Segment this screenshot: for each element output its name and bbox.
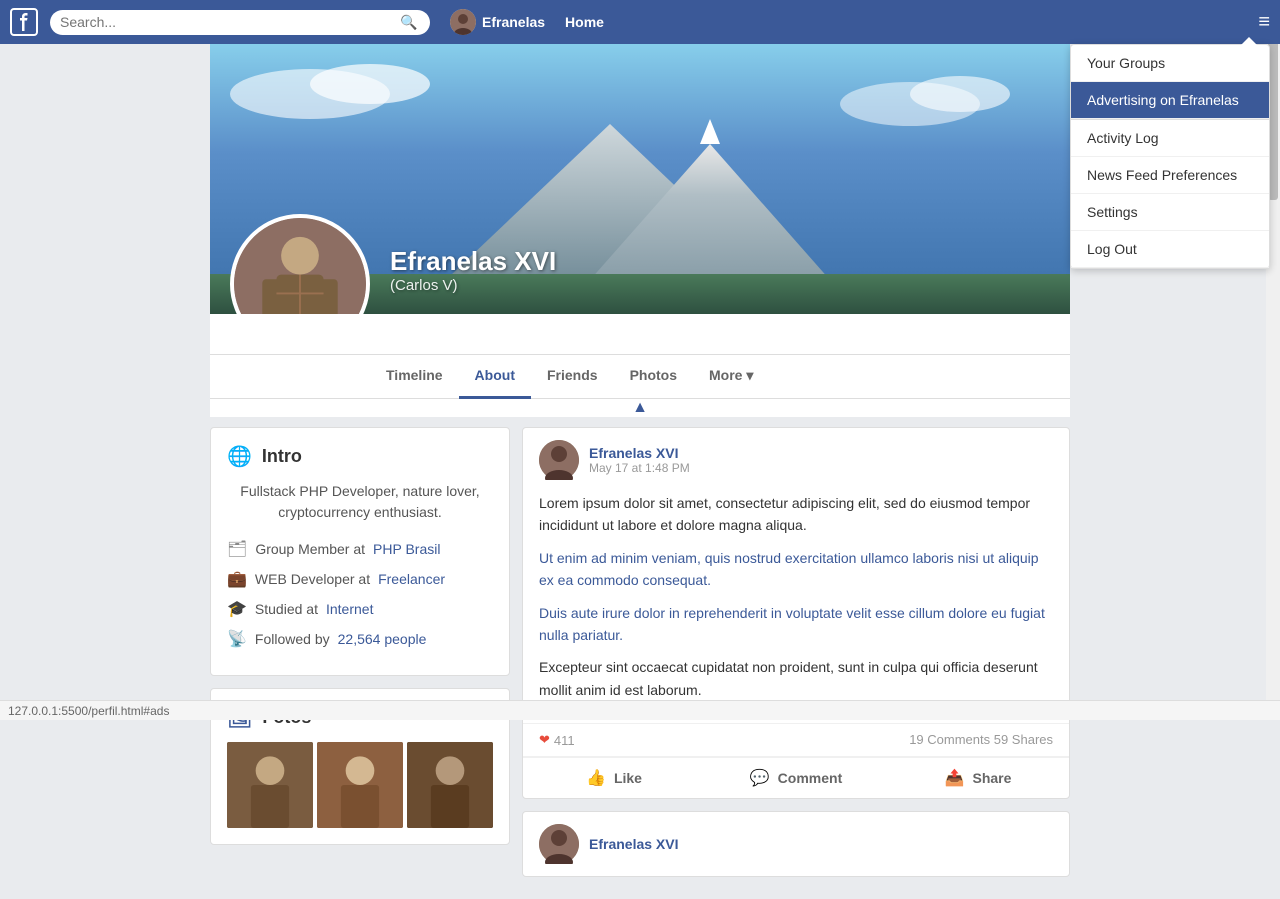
profile-subtitle: (Carlos V)	[390, 277, 556, 294]
search-input[interactable]	[60, 14, 400, 30]
comment-icon: 💬	[750, 768, 770, 788]
search-icon: 🔍	[400, 14, 417, 31]
heart-icon: ❤	[539, 732, 550, 748]
dropdown-advertising[interactable]: Advertising on Efranelas	[1071, 82, 1269, 119]
post-body: Lorem ipsum dolor sit amet, consectetur …	[523, 492, 1069, 723]
like-button[interactable]: 👍 Like	[523, 758, 705, 798]
post-header-2: Efranelas XVI	[523, 812, 1069, 876]
profile-name-overlay: Efranelas XVI (Carlos V)	[390, 246, 556, 294]
group-icon: 🗂	[227, 539, 247, 559]
dropdown-activity-log[interactable]: Activity Log	[1071, 120, 1269, 157]
post-paragraph-3: Duis aute irure dolor in reprehenderit i…	[539, 602, 1053, 647]
post-username-2[interactable]: Efranelas XVI	[589, 836, 679, 852]
avatar-image	[234, 214, 366, 314]
photo-3[interactable]	[407, 742, 493, 828]
comment-label: Comment	[778, 770, 843, 786]
tab-more[interactable]: More ▾	[693, 355, 769, 399]
content-area: 🌐 Intro Fullstack PHP Developer, nature …	[210, 427, 1070, 889]
dropdown-menu: Your Groups Advertising on Efranelas Act…	[1070, 44, 1270, 269]
profile-avatar-wrapper	[230, 214, 370, 314]
navbar-center: Efranelas Home	[450, 9, 604, 35]
comment-button[interactable]: 💬 Comment	[705, 758, 887, 798]
post-paragraph-2: Ut enim ad minim veniam, quis nostrud ex…	[539, 547, 1053, 592]
post-user-info-2: Efranelas XVI	[589, 836, 679, 852]
post-likes: ❤ 411	[539, 732, 575, 748]
work-icon: 💼	[227, 569, 247, 589]
intro-work-text: WEB Developer at	[255, 571, 370, 587]
photo-1[interactable]	[227, 742, 313, 828]
post-user-info: Efranelas XVI May 17 at 1:48 PM	[589, 445, 690, 475]
like-count: 411	[554, 733, 575, 748]
share-label: Share	[973, 770, 1012, 786]
cover-photo: Efranelas XVI (Carlos V)	[210, 44, 1070, 314]
intro-edu-text: Studied at	[255, 601, 318, 617]
photos-grid	[227, 742, 493, 828]
cover-area: Efranelas XVI (Carlos V)	[210, 44, 1070, 417]
post-card-2: Efranelas XVI	[522, 811, 1070, 877]
like-label: Like	[614, 770, 642, 786]
navbar-avatar	[450, 9, 476, 35]
dropdown-settings[interactable]: Settings	[1071, 194, 1269, 231]
tab-about[interactable]: About	[459, 355, 531, 399]
post-actions: 👍 Like 💬 Comment 📤 Share	[523, 757, 1069, 798]
profile-tabs: Timeline About Friends Photos More ▾	[210, 354, 1070, 399]
navbar-user[interactable]: Efranelas	[450, 9, 545, 35]
globe-icon: 🌐	[227, 444, 252, 469]
share-button[interactable]: 📤 Share	[887, 758, 1069, 798]
education-icon: 🎓	[227, 599, 247, 619]
intro-item-group: 🗂 Group Member at PHP Brasil	[227, 539, 493, 559]
dropdown-arrow	[1241, 37, 1257, 45]
intro-item-work: 💼 WEB Developer at Freelancer	[227, 569, 493, 589]
intro-work-link[interactable]: Freelancer	[378, 571, 445, 587]
tab-indicator: ▲	[210, 399, 1070, 417]
tab-friends[interactable]: Friends	[531, 355, 614, 399]
intro-followers-link[interactable]: 22,564 people	[338, 631, 427, 647]
intro-group-text: Group Member at	[255, 541, 365, 557]
status-bar: 127.0.0.1:5500/perfil.html#ads	[0, 700, 1280, 720]
navbar-username: Efranelas	[482, 14, 545, 30]
profile-avatar	[230, 214, 370, 314]
intro-followers-text: Followed by	[255, 631, 330, 647]
intro-description: Fullstack PHP Developer, nature lover, c…	[227, 481, 493, 523]
dropdown-logout[interactable]: Log Out	[1071, 231, 1269, 268]
intro-item-followers: 📡 Followed by 22,564 people	[227, 629, 493, 649]
followers-icon: 📡	[227, 629, 247, 649]
tab-photos[interactable]: Photos	[614, 355, 693, 399]
menu-icon[interactable]: ≡	[1258, 11, 1270, 34]
post-username[interactable]: Efranelas XVI	[589, 445, 690, 461]
like-icon: 👍	[586, 768, 606, 788]
intro-title: 🌐 Intro	[227, 444, 493, 469]
tab-timeline[interactable]: Timeline	[370, 355, 459, 399]
right-panel: Efranelas XVI May 17 at 1:48 PM Lorem ip…	[522, 427, 1070, 889]
post-paragraph-1: Lorem ipsum dolor sit amet, consectetur …	[539, 492, 1053, 537]
post-paragraph-4: Excepteur sint occaecat cupidatat non pr…	[539, 656, 1053, 701]
facebook-logo	[10, 8, 38, 36]
post-stats: ❤ 411 19 Comments 59 Shares	[523, 723, 1069, 757]
share-icon: 📤	[945, 768, 965, 788]
left-panel: 🌐 Intro Fullstack PHP Developer, nature …	[210, 427, 510, 889]
post-avatar	[539, 440, 579, 480]
home-link[interactable]: Home	[565, 14, 604, 30]
photo-2[interactable]	[317, 742, 403, 828]
post-time: May 17 at 1:48 PM	[589, 461, 690, 475]
dropdown-news-feed[interactable]: News Feed Preferences	[1071, 157, 1269, 194]
post-header: Efranelas XVI May 17 at 1:48 PM	[523, 428, 1069, 492]
post-card: Efranelas XVI May 17 at 1:48 PM Lorem ip…	[522, 427, 1070, 799]
profile-name: Efranelas XVI	[390, 246, 556, 277]
intro-item-edu: 🎓 Studied at Internet	[227, 599, 493, 619]
intro-edu-link[interactable]: Internet	[326, 601, 373, 617]
status-url: 127.0.0.1:5500/perfil.html#ads	[8, 704, 169, 718]
navbar: 🔍 Efranelas Home ≡	[0, 0, 1280, 44]
post-engagement: 19 Comments 59 Shares	[909, 732, 1053, 748]
search-bar: 🔍	[50, 10, 430, 35]
intro-card: 🌐 Intro Fullstack PHP Developer, nature …	[210, 427, 510, 676]
intro-group-link[interactable]: PHP Brasil	[373, 541, 440, 557]
dropdown-your-groups[interactable]: Your Groups	[1071, 45, 1269, 82]
post-avatar-2	[539, 824, 579, 864]
